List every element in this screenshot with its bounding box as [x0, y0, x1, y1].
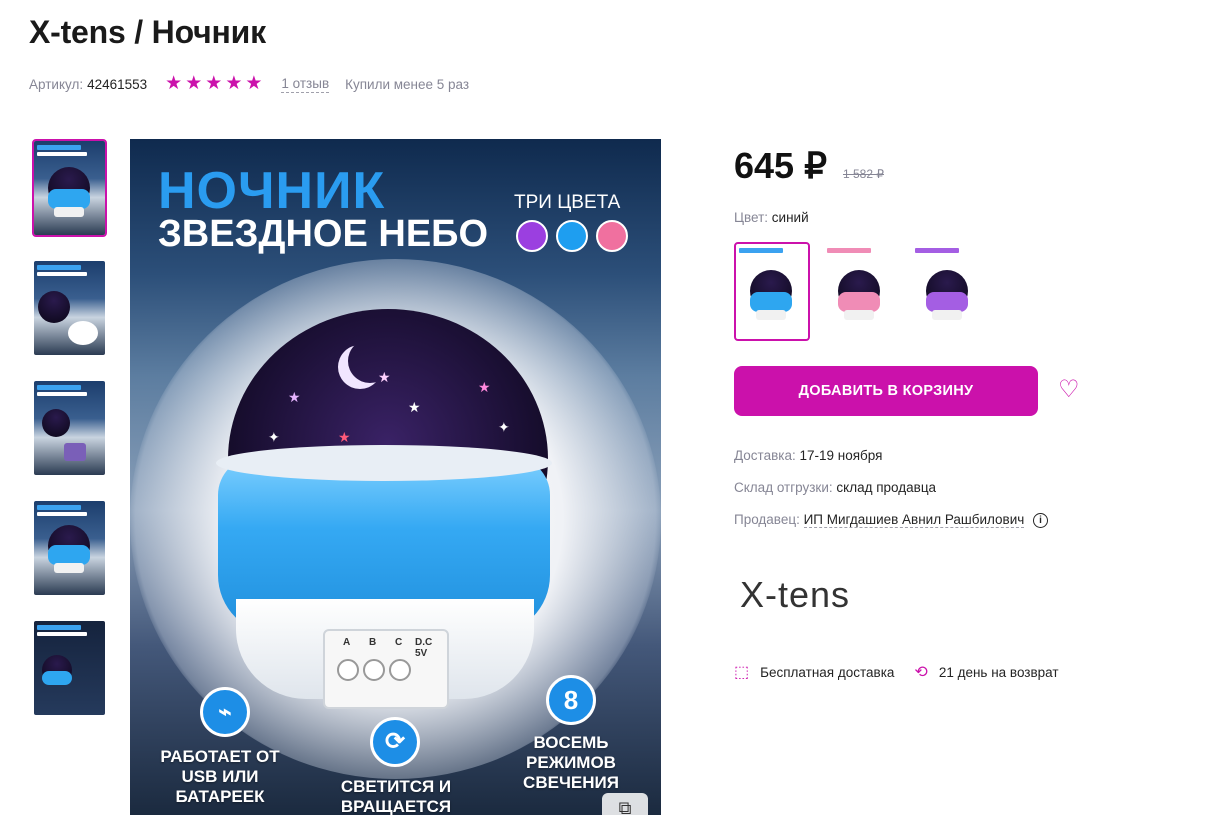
product-meta: Артикул: 42461553 ★ ★ ★ ★ ★ 1 отзыв Купи… — [29, 73, 470, 94]
delivery-date: 17-19 ноября — [799, 448, 883, 463]
variant-blue[interactable] — [734, 242, 810, 341]
image-heading-2: ЗВЕЗДНОЕ НЕБО — [158, 213, 489, 255]
variant-pink[interactable] — [822, 242, 898, 341]
star-icon: ★ — [245, 73, 263, 94]
old-price: 1 582 ₽ — [842, 167, 884, 181]
rating-stars: ★ ★ ★ ★ ★ — [165, 73, 263, 94]
warehouse-value: склад продавца — [836, 480, 937, 495]
seller-link[interactable]: ИП Мигдашиев Авнил Рашбилович — [803, 512, 1025, 528]
image-heading-1: НОЧНИК — [158, 162, 386, 220]
thumbnail-1[interactable] — [32, 139, 107, 237]
free-delivery: Бесплатная доставка — [760, 664, 895, 680]
lamp-control-panel: A B C D.C 5V — [323, 629, 449, 709]
thumbnail-3[interactable] — [32, 379, 107, 477]
return-policy: 21 день на возврат — [938, 664, 1059, 680]
reviews-link[interactable]: 1 отзыв — [281, 76, 330, 93]
star-icon: ★ — [205, 73, 223, 94]
color-dot-blue — [556, 220, 588, 252]
star-icon: ★ — [225, 73, 243, 94]
colors-label: ТРИ ЦВЕТА — [514, 192, 621, 213]
current-price: 645 ₽ — [734, 145, 827, 186]
variant-purple[interactable] — [910, 242, 986, 341]
thumbnail-list — [32, 139, 107, 739]
bought-count: Купили менее 5 раз — [345, 76, 470, 92]
heart-icon[interactable]: ♡ — [1058, 378, 1080, 402]
add-to-cart-button[interactable]: ДОБАВИТЬ В КОРЗИНУ — [734, 366, 1038, 416]
star-icon: ★ — [165, 73, 183, 94]
caption-modes: ВОСЕМЬ РЕЖИМОВ СВЕЧЕНИЯ — [523, 733, 619, 792]
usb-icon: ⌁ — [200, 687, 250, 737]
box-icon: ⬚ — [734, 664, 750, 681]
warehouse-line: Склад отгрузки: склад продавца — [734, 480, 937, 495]
color-dot-pink — [596, 220, 628, 252]
return-icon: ⟲ — [914, 664, 928, 681]
info-icon[interactable]: i — [1033, 512, 1049, 528]
caption-usb: РАБОТАЕТ ОТ USB ИЛИ БАТАРЕЕК — [160, 747, 280, 806]
color-line: Цвет: синий — [734, 210, 809, 225]
star-icon: ★ — [185, 73, 203, 94]
perks: ⬚ Бесплатная доставка ⟲ 21 день на возвр… — [734, 662, 1059, 682]
thumbnail-2[interactable] — [32, 259, 107, 357]
thumbnail-4[interactable] — [32, 499, 107, 597]
zoom-icon[interactable]: ⧉ — [602, 793, 648, 815]
thumbnail-5[interactable] — [32, 619, 107, 717]
modes-badge: 8 — [546, 675, 596, 725]
color-value: синий — [771, 210, 809, 225]
article-label: Артикул: — [29, 76, 84, 92]
caption-rotate: СВЕТИТСЯ И ВРАЩАЕТСЯ — [340, 777, 452, 815]
product-title: X-tens / Ночник — [29, 14, 266, 50]
color-variants — [734, 242, 986, 341]
brand-logo[interactable]: X-tens — [740, 574, 850, 616]
color-label: Цвет: — [734, 210, 769, 225]
price-block: 645 ₽ 1 582 ₽ — [734, 145, 884, 187]
main-product-image[interactable]: НОЧНИК ЗВЕЗДНОЕ НЕБО ТРИ ЦВЕТА ★ ★ ★ ★ ✦… — [130, 139, 661, 815]
seller-line: Продавец: ИП Мигдашиев Авнил Рашбилович … — [734, 512, 1049, 528]
color-dot-purple — [516, 220, 548, 252]
article-number: 42461553 — [87, 76, 148, 92]
rotate-icon: ⟳ — [370, 717, 420, 767]
delivery-line: Доставка: 17-19 ноября — [734, 448, 883, 463]
